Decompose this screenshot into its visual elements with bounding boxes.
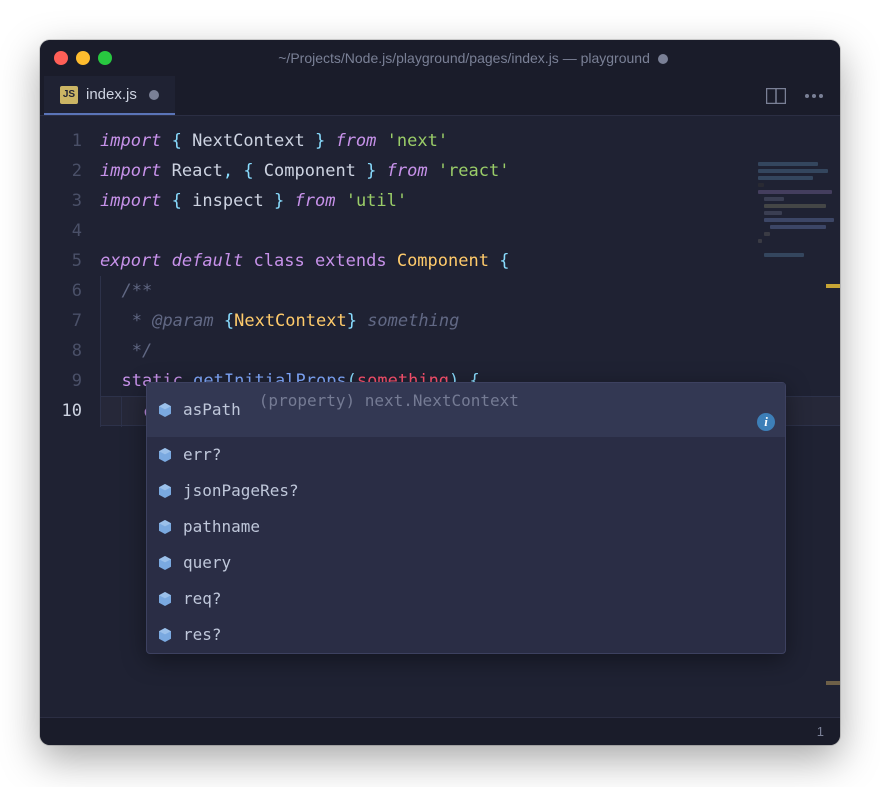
tab-label: index.js bbox=[86, 86, 137, 103]
property-icon bbox=[157, 627, 173, 643]
autocomplete-item-label: req? bbox=[183, 587, 222, 611]
property-icon bbox=[157, 555, 173, 571]
scrollbar[interactable] bbox=[826, 116, 840, 717]
statusbar-text: 1 bbox=[817, 724, 824, 739]
autocomplete-item[interactable]: asPath (property) next.NextContexti bbox=[147, 383, 785, 437]
line-number: 2 bbox=[40, 156, 100, 186]
autocomplete-item[interactable]: pathname bbox=[147, 509, 785, 545]
line-number: 4 bbox=[40, 216, 100, 246]
property-icon bbox=[157, 591, 173, 607]
line-number: 8 bbox=[40, 336, 100, 366]
autocomplete-item[interactable]: err? bbox=[147, 437, 785, 473]
js-file-icon: JS bbox=[60, 86, 78, 104]
tabbar-actions bbox=[766, 76, 840, 115]
autocomplete-item[interactable]: query bbox=[147, 545, 785, 581]
line-number: 10 bbox=[40, 396, 100, 426]
autocomplete-item-label: res? bbox=[183, 623, 222, 647]
code-line[interactable] bbox=[100, 216, 840, 246]
autocomplete-item[interactable]: jsonPageRes? bbox=[147, 473, 785, 509]
editor-window: ~/Projects/Node.js/playground/pages/inde… bbox=[40, 40, 840, 745]
scroll-current-line-marker bbox=[826, 284, 840, 288]
code-line[interactable]: */ bbox=[100, 336, 840, 366]
line-number-gutter: 12345678910 bbox=[40, 116, 100, 745]
property-icon bbox=[157, 402, 173, 418]
line-number: 5 bbox=[40, 246, 100, 276]
code-line[interactable]: import { NextContext } from 'next' bbox=[100, 126, 840, 156]
tabbar: JS index.js bbox=[40, 76, 840, 116]
property-icon bbox=[157, 447, 173, 463]
property-icon bbox=[157, 483, 173, 499]
code-line[interactable]: * @param {NextContext} something bbox=[100, 306, 840, 336]
line-number: 3 bbox=[40, 186, 100, 216]
autocomplete-item[interactable]: req? bbox=[147, 581, 785, 617]
minimize-window-button[interactable] bbox=[76, 51, 90, 65]
code-line[interactable]: /** bbox=[100, 276, 840, 306]
autocomplete-item-label: jsonPageRes? bbox=[183, 479, 299, 503]
autocomplete-item-label: err? bbox=[183, 443, 222, 467]
line-number: 9 bbox=[40, 366, 100, 396]
maximize-window-button[interactable] bbox=[98, 51, 112, 65]
tab-index-js[interactable]: JS index.js bbox=[44, 76, 175, 115]
window-title: ~/Projects/Node.js/playground/pages/inde… bbox=[120, 50, 826, 66]
autocomplete-hint: (property) next.NextContexti bbox=[259, 389, 775, 431]
autocomplete-item-label: asPath bbox=[183, 398, 241, 422]
autocomplete-item-label: pathname bbox=[183, 515, 260, 539]
split-editor-icon[interactable] bbox=[766, 88, 786, 104]
unsaved-dot-icon bbox=[149, 90, 159, 100]
more-actions-icon[interactable] bbox=[804, 93, 824, 99]
line-number: 7 bbox=[40, 306, 100, 336]
window-title-text: ~/Projects/Node.js/playground/pages/inde… bbox=[278, 50, 650, 66]
unsaved-dot-icon bbox=[658, 54, 668, 64]
autocomplete-popup[interactable]: asPath (property) next.NextContexti err? js… bbox=[146, 382, 786, 654]
autocomplete-item-label: query bbox=[183, 551, 231, 575]
autocomplete-item[interactable]: res? bbox=[147, 617, 785, 653]
titlebar: ~/Projects/Node.js/playground/pages/inde… bbox=[40, 40, 840, 76]
scroll-warning-marker bbox=[826, 681, 840, 685]
close-window-button[interactable] bbox=[54, 51, 68, 65]
line-number: 1 bbox=[40, 126, 100, 156]
statusbar: 1 bbox=[40, 717, 840, 745]
code-line[interactable]: export default class extends Component { bbox=[100, 246, 840, 276]
code-line[interactable]: import React, { Component } from 'react' bbox=[100, 156, 840, 186]
info-icon[interactable]: i bbox=[757, 413, 775, 431]
code-line[interactable]: import { inspect } from 'util' bbox=[100, 186, 840, 216]
line-number: 6 bbox=[40, 276, 100, 306]
property-icon bbox=[157, 519, 173, 535]
